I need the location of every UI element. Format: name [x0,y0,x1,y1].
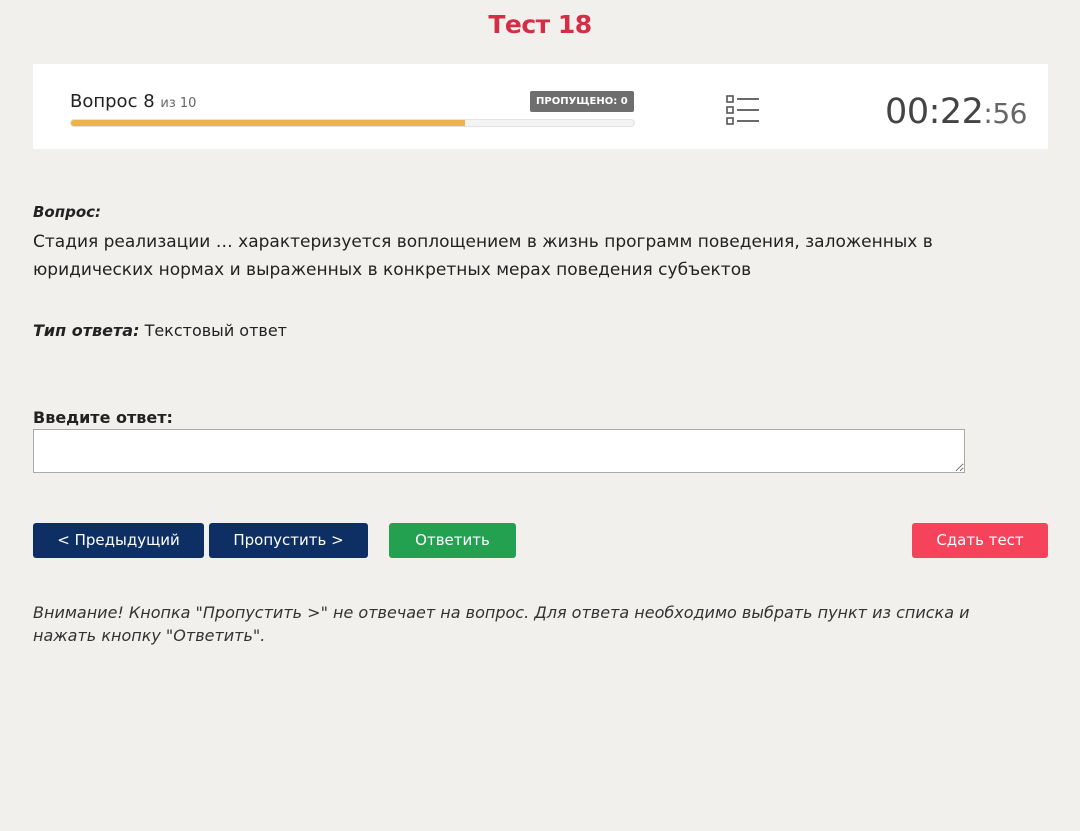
list-icon-svg [726,95,759,125]
list-icon[interactable] [726,94,760,126]
answer-type: Тип ответа: Текстовый ответ [33,321,287,340]
answer-button[interactable]: Ответить [389,523,516,558]
finish-test-button[interactable]: Сдать тест [912,523,1048,558]
previous-button[interactable]: < Предыдущий [33,523,204,558]
page-title: Тест 18 [488,10,592,39]
timer-seconds: 56 [992,97,1027,130]
question-text: Стадия реализации … характеризуется вопл… [33,232,933,280]
progress-fill [71,120,466,126]
question-counter: Вопрос 8 из 10 [70,91,196,112]
timer-main: 00:22 [885,92,984,132]
skip-button[interactable]: Пропустить > [209,523,368,558]
skipped-badge: ПРОПУЩЕНО: 0 [530,91,634,112]
notice-text: Внимание! Кнопка "Пропустить >" не отвеч… [33,603,970,645]
answer-type-label: Тип ответа: [33,321,140,340]
question-total: из 10 [160,96,197,111]
answer-input[interactable] [33,429,965,473]
question-current: 8 [143,91,155,112]
question-label: Вопрос: [33,203,102,221]
answer-label: Введите ответ: [33,408,173,427]
answer-type-value: Текстовый ответ [144,321,287,340]
question-word: Вопрос [70,91,138,112]
status-panel: Вопрос 8 из 10 ПРОПУЩЕНО: 0 00:22:56 [33,64,1048,149]
progress-bar [70,119,635,127]
timer: 00:22:56 [885,92,1027,132]
